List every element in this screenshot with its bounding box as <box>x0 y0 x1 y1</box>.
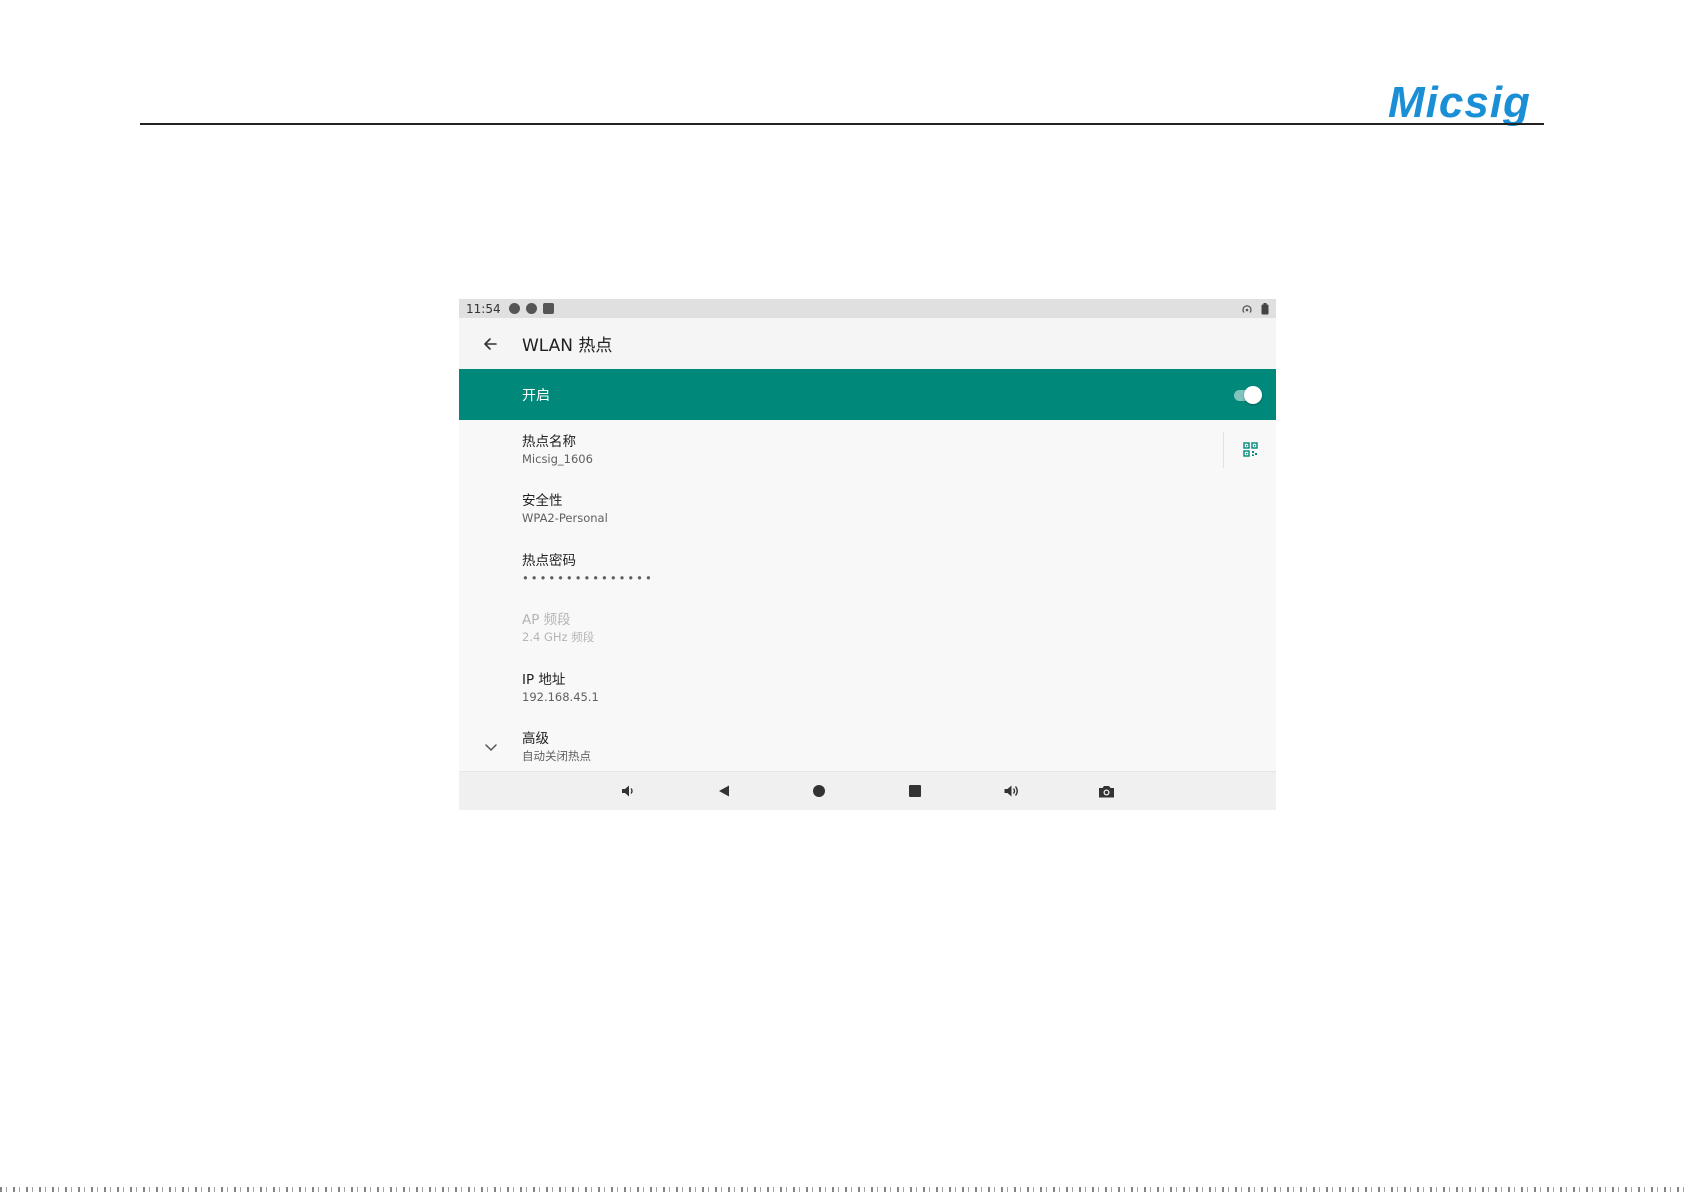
master-switch-label: 开启 <box>522 387 550 404</box>
recents-square-icon <box>909 785 921 797</box>
nav-recents-button[interactable] <box>904 780 926 802</box>
battery-icon <box>1261 302 1269 314</box>
nav-back-button[interactable] <box>713 780 735 802</box>
arrow-left-icon <box>484 337 497 350</box>
screenshot-button[interactable] <box>1095 780 1117 802</box>
pref-hotspot-password[interactable]: 热点密码 ••••••••••••••• <box>459 539 1276 599</box>
hotspot-toggle[interactable] <box>1232 385 1262 405</box>
status-bar: 11:54 <box>459 299 1276 318</box>
volume-up-button[interactable] <box>1000 780 1022 802</box>
header-divider <box>140 123 1544 125</box>
hotspot-master-switch-row[interactable]: 开启 <box>459 369 1276 420</box>
page-title: WLAN 热点 <box>522 336 613 356</box>
nav-home-button[interactable] <box>808 780 830 802</box>
pref-title: IP 地址 <box>522 671 566 688</box>
pref-title: 热点名称 <box>522 433 576 450</box>
app-bar: WLAN 热点 <box>459 318 1276 369</box>
password-dots: ••••••••••••••• <box>522 570 654 585</box>
back-button[interactable] <box>459 318 521 369</box>
volume-down-button[interactable] <box>617 780 639 802</box>
page-bottom-edge-artifact <box>0 1187 1685 1192</box>
device-screenshot: 11:54 WLAN 热点 开启 热点名称 Micsig_1606 安全性 WP… <box>459 299 1276 810</box>
status-time: 11:54 <box>466 301 501 316</box>
notification-icon <box>525 303 537 314</box>
chevron-down-icon <box>484 744 497 752</box>
pref-ip-address[interactable]: IP 地址 192.168.45.1 <box>459 658 1276 718</box>
pref-title: 热点密码 <box>522 552 576 569</box>
pref-title: AP 频段 <box>522 612 571 629</box>
pref-hotspot-name[interactable]: 热点名称 Micsig_1606 <box>459 420 1276 480</box>
pref-summary: 自动关闭热点 <box>522 749 591 764</box>
pref-summary: Micsig_1606 <box>522 451 593 466</box>
sd-card-icon <box>542 303 554 314</box>
home-circle-icon <box>813 785 825 797</box>
pref-title: 安全性 <box>522 493 563 510</box>
toggle-thumb <box>1244 385 1262 404</box>
volume-down-icon <box>622 785 633 797</box>
pref-summary: WPA2-Personal <box>522 511 608 526</box>
pref-title: 高级 <box>522 731 549 748</box>
qr-code-button[interactable] <box>1223 431 1276 468</box>
qr-code-icon <box>1242 442 1258 457</box>
navigation-bar <box>459 771 1276 810</box>
hotspot-icon <box>1242 304 1252 313</box>
pref-ap-band: AP 频段 2.4 GHz 频段 <box>459 599 1276 659</box>
pref-security[interactable]: 安全性 WPA2-Personal <box>459 480 1276 540</box>
back-triangle-icon <box>719 785 729 797</box>
pref-summary: 192.168.45.1 <box>522 689 599 704</box>
micsig-logo: Micsig <box>1388 78 1531 127</box>
pref-summary: 2.4 GHz 频段 <box>522 630 595 645</box>
pref-advanced[interactable]: 高级 自动关闭热点 <box>459 718 1276 778</box>
camera-icon <box>1098 785 1114 797</box>
notification-icon <box>508 303 520 314</box>
volume-up-icon <box>1004 785 1018 797</box>
